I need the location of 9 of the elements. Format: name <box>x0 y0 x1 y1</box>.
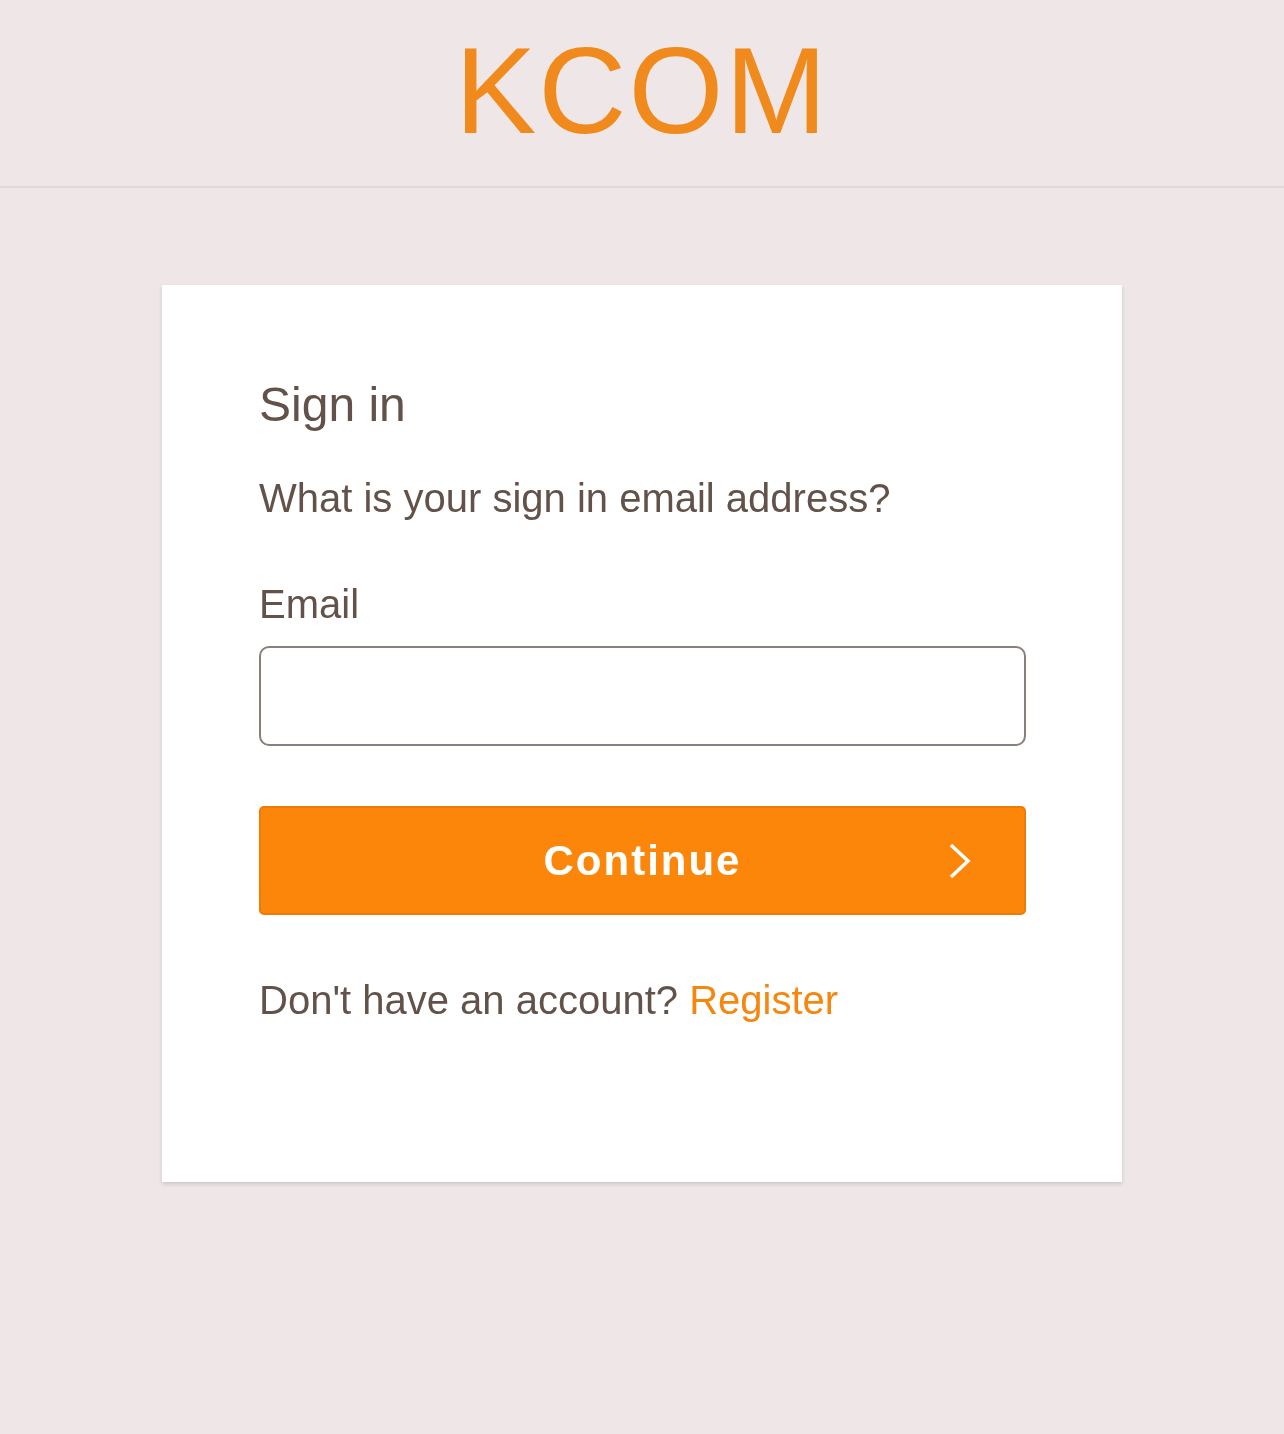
card-title: Sign in <box>259 377 406 433</box>
logo: KCOM <box>455 30 829 156</box>
continue-button[interactable]: Continue <box>259 806 1026 915</box>
chevron-right-icon <box>948 842 972 880</box>
email-label: Email <box>259 581 360 628</box>
register-link[interactable]: Register <box>689 978 839 1022</box>
prompt-text: What is your sign in email address? <box>259 475 891 522</box>
email-input[interactable] <box>259 646 1026 746</box>
register-prompt: Don't have an account? Register <box>259 977 839 1024</box>
